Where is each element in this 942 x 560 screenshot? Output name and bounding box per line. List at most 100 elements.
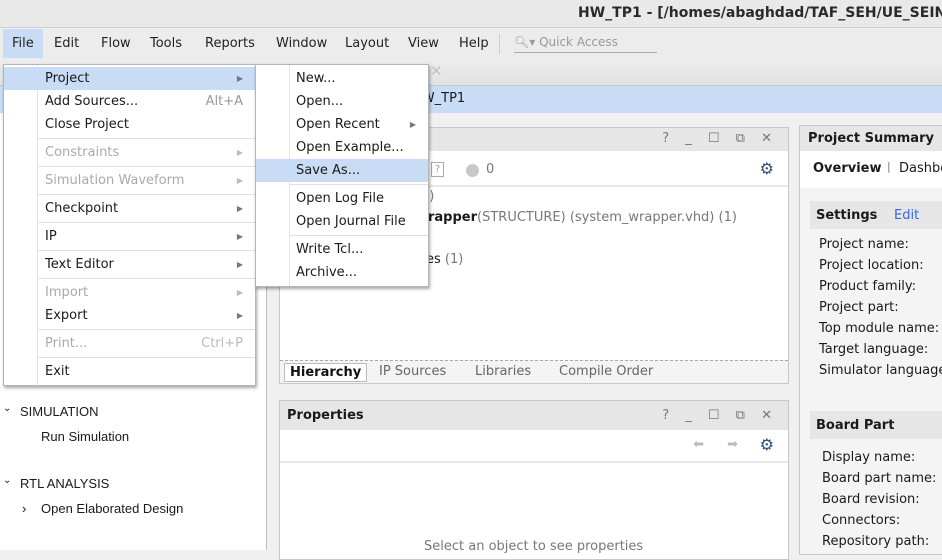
menu-item-constraints[interactable]: Constraints ▶ [4, 141, 255, 164]
menu-item-ip[interactable]: IP ▶ [4, 225, 255, 248]
menu-item-exit[interactable]: Exit [4, 360, 255, 383]
close-icon[interactable]: ✕ [430, 62, 443, 80]
divider [499, 34, 500, 54]
nav-run-simulation[interactable]: Run Simulation [41, 429, 129, 444]
menu-layout[interactable]: Layout [345, 29, 389, 58]
tree-row-detail: (STRUCTURE) (system_wrapper.vhd) (1) [477, 210, 737, 225]
settings-header: Settings Edit [810, 201, 942, 229]
tab-hierarchy[interactable]: Hierarchy [284, 363, 368, 382]
back-arrow-icon[interactable]: ⬅ [693, 437, 704, 452]
menu-help[interactable]: Help [459, 29, 489, 58]
menu-item-checkpoint[interactable]: Checkpoint ▶ [4, 197, 255, 220]
submenu-arrow-icon: ▶ [409, 120, 416, 129]
menu-reports[interactable]: Reports [205, 29, 255, 58]
tab-libraries[interactable]: Libraries [475, 363, 531, 382]
menu-item-label: Open Log File [296, 191, 384, 206]
menu-item-open-recent[interactable]: Open Recent ▶ [256, 113, 428, 136]
quick-access-input[interactable]: 🔍︎▾ Quick Access [514, 32, 657, 53]
shortcut-label: Alt+A [205, 94, 243, 109]
menu-item-import[interactable]: Import ▶ [4, 281, 255, 304]
panel-header: Properties ? _ ☐ ⧉ ✕ [280, 401, 788, 430]
shortcut-label: Ctrl+P [201, 336, 243, 351]
submenu-arrow-icon: ▶ [236, 232, 243, 241]
panel-window-controls[interactable]: ? _ ☐ ⧉ ✕ [662, 131, 778, 146]
panel-header: Project Summary [800, 126, 942, 151]
submenu-arrow-icon: ▶ [236, 260, 243, 269]
submenu-arrow-icon: ▶ [236, 74, 243, 83]
menu-item-label: Print... [45, 336, 88, 351]
menu-item-open-example[interactable]: Open Example... [256, 136, 428, 159]
chevron-right-icon[interactable]: › [22, 501, 26, 516]
field-label: Simulator language [819, 363, 942, 378]
menu-flow[interactable]: Flow [101, 29, 131, 58]
menu-edit[interactable]: Edit [54, 29, 79, 58]
menu-item-write-tcl[interactable]: Write Tcl... [256, 238, 428, 261]
menu-item-label: Write Tcl... [296, 242, 364, 257]
menu-item-label: Close Project [45, 117, 130, 132]
tab-compile-order[interactable]: Compile Order [559, 363, 653, 382]
menu-item-project[interactable]: Project ▶ [4, 67, 255, 90]
summary-tabs: Overview | Dashbo [800, 151, 942, 188]
chevron-down-icon[interactable]: ⌄ [3, 475, 11, 486]
tab-ip-sources[interactable]: IP Sources [379, 363, 446, 382]
menu-item-save-as[interactable]: Save As... [256, 159, 428, 182]
submenu-arrow-icon: ▶ [236, 311, 243, 320]
gear-icon[interactable]: ⚙ [760, 159, 774, 178]
menu-item-add-sources[interactable]: Add Sources... Alt+A [4, 90, 255, 113]
menu-item-text-editor[interactable]: Text Editor ▶ [4, 253, 255, 276]
menu-item-print[interactable]: Print... Ctrl+P [4, 332, 255, 355]
menu-item-archive[interactable]: Archive... [256, 261, 428, 284]
forward-arrow-icon[interactable]: ➡ [727, 437, 738, 452]
title-bar: HW_TP1 - [/homes/abaghdad/TAF_SEH/UE_SEI… [0, 0, 942, 28]
count-badge: 0 [486, 162, 495, 177]
menu-item-simulation-waveform[interactable]: Simulation Waveform ▶ [4, 169, 255, 192]
panel-title: Project Summary [808, 131, 934, 146]
menu-item-close-project[interactable]: Close Project [4, 113, 255, 136]
tab-divider: | [887, 160, 891, 173]
board-part-header: Board Part [810, 411, 942, 439]
menu-item-label: Open... [296, 94, 344, 109]
tab-overview[interactable]: Overview [813, 161, 882, 176]
tree-row-module[interactable]: rapper [428, 210, 477, 225]
field-label: Repository path: [822, 534, 930, 549]
field-label: Connectors: [822, 513, 901, 528]
menu-item-label: Project [45, 71, 90, 86]
gear-icon[interactable]: ⚙ [760, 435, 774, 454]
menu-file[interactable]: File [12, 29, 34, 58]
menu-item-label: Import [45, 285, 89, 300]
field-label: Board revision: [822, 492, 920, 507]
chevron-down-icon[interactable]: ⌄ [3, 403, 11, 414]
section-simulation[interactable]: SIMULATION [20, 404, 99, 419]
menu-item-label: IP [45, 229, 57, 244]
menu-item-label: Save As... [296, 163, 361, 178]
menu-item-label: Open Journal File [296, 214, 406, 229]
nav-open-elaborated-design[interactable]: Open Elaborated Design [41, 501, 183, 516]
menu-item-label: Export [45, 308, 88, 323]
section-rtl-analysis[interactable]: RTL ANALYSIS [20, 476, 109, 491]
menu-item-label: Checkpoint [45, 201, 119, 216]
field-label: Product family: [819, 279, 917, 294]
menu-item-open-journal-file[interactable]: Open Journal File [256, 210, 428, 233]
tab-dashboard[interactable]: Dashbo [899, 161, 942, 176]
menu-item-export[interactable]: Export ▶ [4, 304, 255, 327]
menu-item-label: Exit [45, 364, 70, 379]
tree-row-count: (1) [444, 252, 464, 267]
menu-item-open[interactable]: Open... [256, 90, 428, 113]
menu-view[interactable]: View [408, 29, 439, 58]
menu-window[interactable]: Window [276, 29, 327, 58]
sources-tabs: Hierarchy IP Sources Libraries Compile O… [280, 360, 788, 383]
menu-item-label: Open Example... [296, 140, 404, 155]
menu-item-label: Simulation Waveform [45, 173, 185, 188]
edit-link[interactable]: Edit [894, 208, 919, 223]
project-submenu: New... Open... Open Recent ▶ Open Example...… [255, 64, 429, 287]
status-circle-icon [466, 164, 479, 177]
field-label: Target language: [819, 342, 929, 357]
menu-item-new[interactable]: New... [256, 67, 428, 90]
quick-access-placeholder: Quick Access [539, 35, 618, 49]
submenu-arrow-icon: ▶ [236, 148, 243, 157]
properties-toolbar: ⬅ ➡ ⚙ [280, 430, 788, 463]
panel-window-controls[interactable]: ? _ ☐ ⧉ ✕ [662, 408, 778, 423]
menu-tools[interactable]: Tools [150, 29, 182, 58]
help-icon[interactable]: ? [431, 162, 444, 177]
menu-item-open-log-file[interactable]: Open Log File [256, 187, 428, 210]
